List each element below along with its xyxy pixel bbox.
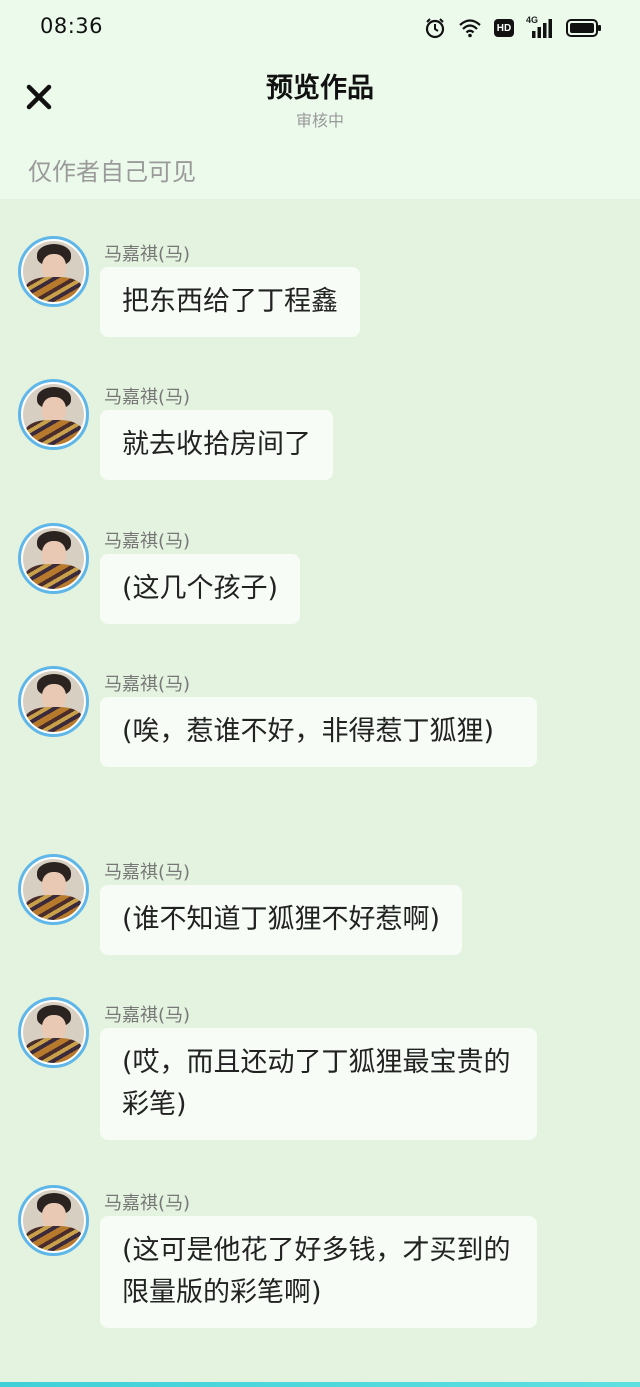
message-bubble[interactable]: 就去收拾房间了 [100, 410, 333, 480]
sender-name: 马嘉祺(马) [104, 674, 191, 695]
message-bubble[interactable]: (唉，惹谁不好，非得惹丁狐狸) [100, 697, 537, 767]
avatar[interactable] [18, 379, 89, 450]
message-bubble[interactable]: 把东西给了丁程鑫 [100, 267, 360, 337]
wifi-icon [458, 18, 482, 38]
chat-list[interactable]: 马嘉祺(马) 把东西给了丁程鑫 马嘉祺(马) 就去收拾房间了 马嘉祺(马) (这… [0, 199, 640, 1382]
sender-name: 马嘉祺(马) [104, 1193, 191, 1214]
status-bar: 08:36 HD 4G [0, 0, 640, 56]
message-bubble[interactable]: (哎，而且还动了丁狐狸最宝贵的彩笔) [100, 1028, 537, 1140]
header-area: 08:36 HD 4G 预览作品 审核中 仅作者自己可见 [0, 0, 640, 199]
signal-4g-icon: 4G [526, 15, 554, 39]
alarm-icon [424, 17, 446, 39]
sender-name: 马嘉祺(马) [104, 387, 191, 408]
message-bubble[interactable]: (这几个孩子) [100, 554, 301, 624]
sender-name: 马嘉祺(马) [104, 862, 191, 883]
status-icons: HD 4G [424, 14, 602, 42]
avatar[interactable] [18, 997, 89, 1068]
avatar[interactable] [18, 854, 89, 925]
avatar[interactable] [18, 1185, 89, 1256]
sender-name: 马嘉祺(马) [104, 531, 191, 552]
sender-name: 马嘉祺(马) [104, 244, 191, 265]
avatar[interactable] [18, 523, 89, 594]
bottom-indicator [0, 1382, 640, 1387]
hd-icon: HD [494, 19, 514, 37]
review-status: 审核中 [295, 111, 344, 130]
nav-bar: 预览作品 审核中 [0, 56, 640, 140]
avatar[interactable] [18, 236, 89, 307]
avatar[interactable] [18, 666, 89, 737]
visibility-note: 仅作者自己可见 [28, 158, 196, 186]
status-time: 08:36 [40, 14, 104, 38]
message-bubble[interactable]: (谁不知道丁狐狸不好惹啊) [100, 885, 463, 955]
page-title: 预览作品 [266, 73, 374, 104]
sender-name: 马嘉祺(马) [104, 1005, 191, 1026]
message-bubble[interactable]: (这可是他花了好多钱，才买到的限量版的彩笔啊) [100, 1216, 537, 1328]
battery-icon [566, 18, 602, 38]
